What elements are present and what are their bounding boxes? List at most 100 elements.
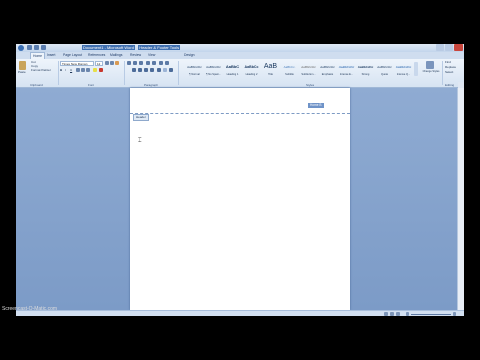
strikethrough-icon[interactable]	[76, 68, 80, 72]
style-heading-1[interactable]: AaBbC Heading 1	[224, 61, 241, 79]
align-right-icon[interactable]	[144, 68, 148, 72]
style-title[interactable]: AaB Title	[262, 61, 279, 79]
tab-page-layout[interactable]: Page Layout	[63, 52, 82, 59]
zoom-slider[interactable]	[411, 314, 451, 315]
shrink-font-icon[interactable]	[110, 61, 114, 65]
style-preview: AaBbCcDc	[187, 65, 202, 69]
decrease-indent-icon[interactable]	[146, 61, 150, 65]
bold-button[interactable]: B	[60, 68, 62, 72]
clipboard-group-label: Clipboard	[30, 83, 43, 87]
multilevel-list-icon[interactable]	[139, 61, 143, 65]
close-button[interactable]	[454, 44, 463, 51]
tab-insert[interactable]: Insert	[47, 52, 55, 59]
line-spacing-icon[interactable]	[157, 68, 161, 72]
contextual-tab-title: Header & Footer Tools	[138, 45, 181, 50]
paste-label[interactable]: Paste	[18, 70, 26, 74]
tab-home[interactable]: Home	[30, 52, 46, 59]
style-intense-quote[interactable]: AaBbCcDc Intense Q...	[395, 61, 412, 79]
paste-icon[interactable]	[19, 61, 26, 70]
bullets-icon[interactable]	[127, 61, 131, 65]
window-title: Document1 - Microsoft Word Header & Foot…	[82, 44, 212, 51]
style-emphasis[interactable]: AaBbCcDc Emphasis	[319, 61, 336, 79]
tab-mailings[interactable]: Mailings	[110, 52, 122, 59]
highlight-icon[interactable]	[93, 68, 97, 72]
subscript-icon[interactable]	[81, 68, 85, 72]
style-name: Intense Q...	[396, 73, 411, 76]
style-name: Intense E...	[339, 73, 354, 76]
change-styles-icon[interactable]	[426, 61, 434, 69]
find-button[interactable]: Find	[445, 60, 451, 64]
style-name: Heading 2	[245, 73, 258, 76]
tab-references[interactable]: References	[88, 52, 105, 59]
undo-icon[interactable]	[34, 45, 39, 50]
group-divider	[124, 61, 125, 85]
style-intense-emphasis[interactable]: AaBbCcDc Intense E...	[338, 61, 355, 79]
document-area: Home B Header ⌶	[16, 88, 464, 310]
justify-icon[interactable]	[150, 68, 154, 72]
zoom-out-icon[interactable]	[406, 312, 409, 316]
status-bar	[16, 310, 464, 316]
align-center-icon[interactable]	[138, 68, 142, 72]
borders-icon[interactable]	[169, 68, 173, 72]
style-name: Heading 1	[226, 73, 239, 76]
tab-design[interactable]: Design	[184, 52, 195, 59]
style-preview: AaBbCcDc	[320, 65, 335, 69]
minimize-button[interactable]	[436, 44, 444, 51]
change-styles-button[interactable]: Change Styles	[420, 70, 442, 73]
watermark: Screencast-O-Matic.com	[2, 306, 58, 312]
style-name: Title	[268, 73, 273, 76]
superscript-icon[interactable]	[86, 68, 90, 72]
ribbon: Paste Cut Copy Format Painter Clipboard …	[16, 59, 464, 88]
style-subtitle[interactable]: AaBbCc. Subtitle	[281, 61, 298, 79]
tab-view[interactable]: View	[148, 52, 155, 59]
zoom-in-icon[interactable]	[453, 312, 456, 316]
group-divider	[178, 61, 179, 85]
vertical-scrollbar[interactable]	[457, 88, 464, 310]
title-bar: Document1 - Microsoft Word Header & Foot…	[16, 44, 464, 52]
show-marks-icon[interactable]	[165, 61, 169, 65]
shading-icon[interactable]	[163, 68, 167, 72]
select-button[interactable]: Select	[445, 70, 453, 74]
style-strong[interactable]: AaBbCcDc Strong	[357, 61, 374, 79]
font-family-select[interactable]: Times New Roman	[60, 61, 94, 66]
save-icon[interactable]	[27, 45, 32, 50]
document-page[interactable]: Home B Header ⌶	[130, 88, 350, 310]
grow-font-icon[interactable]	[105, 61, 109, 65]
style-preview: AaBbCcDc	[395, 65, 412, 69]
font-size-select[interactable]: 12	[95, 61, 103, 66]
redo-icon[interactable]	[41, 45, 46, 50]
print-layout-icon[interactable]	[384, 312, 388, 316]
style-name: Subtitle	[285, 73, 294, 76]
selected-text[interactable]: Home B	[308, 103, 324, 108]
ribbon-tab-bar: Home Insert Page Layout References Maili…	[16, 52, 464, 59]
underline-button[interactable]: U	[70, 68, 72, 72]
style-normal[interactable]: AaBbCcDc ¶ Normal	[186, 61, 203, 79]
style-subtle-emphasis[interactable]: AaBbCcDc Subtle Em...	[300, 61, 317, 79]
clear-formatting-icon[interactable]	[115, 61, 119, 65]
office-button-icon[interactable]	[18, 45, 24, 51]
maximize-button[interactable]	[445, 44, 453, 51]
font-color-icon[interactable]	[99, 68, 103, 72]
style-no-spacing[interactable]: AaBbCcDc ¶ No Spaci...	[205, 61, 222, 79]
replace-button[interactable]: Replace	[445, 65, 456, 69]
web-layout-icon[interactable]	[396, 312, 400, 316]
style-preview: AaBbCc.	[283, 65, 296, 69]
font-group-label: Font	[88, 83, 95, 87]
format-painter-button[interactable]: Format Painter	[31, 68, 51, 72]
editing-group-label: Editing	[445, 83, 455, 87]
numbering-icon[interactable]	[133, 61, 137, 65]
increase-indent-icon[interactable]	[152, 61, 156, 65]
align-left-icon[interactable]	[132, 68, 136, 72]
style-heading-2[interactable]: AaBbCc Heading 2	[243, 61, 260, 79]
gallery-scroll-icon[interactable]	[414, 62, 418, 76]
style-preview: AaBbCcDc	[377, 65, 392, 69]
style-quote[interactable]: AaBbCcDc Quote	[376, 61, 393, 79]
style-preview: AaBbCcDc	[357, 65, 374, 69]
header-tag: Header	[133, 114, 149, 121]
sort-icon[interactable]	[159, 61, 163, 65]
group-divider	[442, 61, 443, 85]
italic-button[interactable]: I	[65, 68, 66, 72]
full-screen-icon[interactable]	[390, 312, 394, 316]
tab-review[interactable]: Review	[130, 52, 141, 59]
style-preview: AaB	[263, 63, 278, 70]
